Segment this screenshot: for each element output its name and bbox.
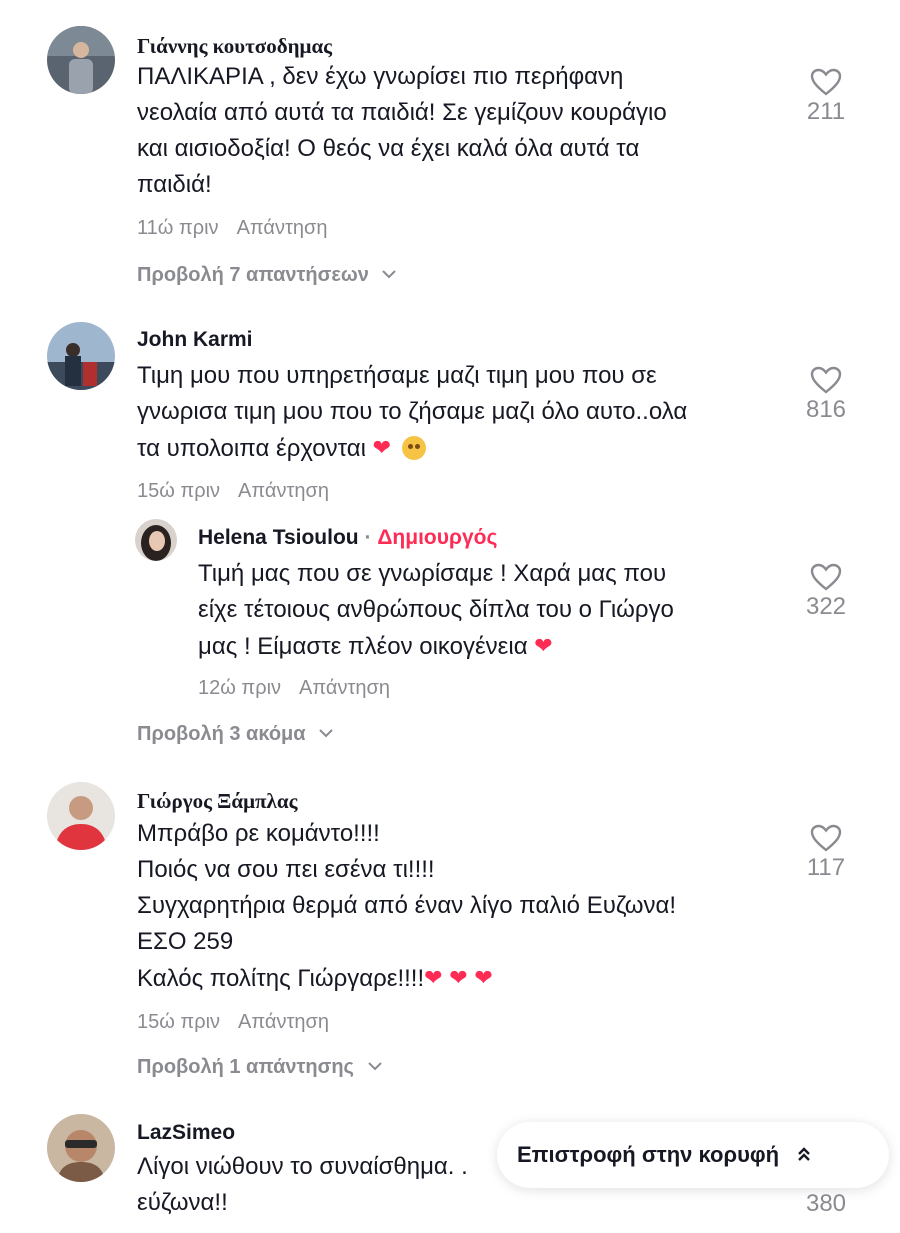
comment-text-line: γνωρισα τιμη μου που το ζήσαμε μαζι όλο …	[137, 398, 688, 425]
smiling-face-emoji-icon	[401, 436, 426, 460]
comment-text-line: ΕΣΟ 259	[137, 928, 234, 955]
back-to-top-button[interactable]: Επιστροφή στην κορυφή	[497, 1122, 889, 1188]
heart-outline-icon	[810, 563, 842, 591]
chevron-down-icon	[319, 721, 333, 744]
comment-meta: 15ώ πριν Απάντηση	[137, 480, 329, 503]
comment-text-line-with-emoji: Καλός πολίτης Γιώργαρε!!!!❤ ❤ ❤	[137, 960, 676, 997]
comment-text-line: Τιμη μου που υπηρετήσαμε μαζι τιμη μου π…	[137, 362, 657, 389]
comment-text: Τιμη μου που υπηρετήσαμε μαζι τιμη μου π…	[137, 358, 687, 467]
comment-text: Λίγοι νιώθουν το συναίσθημα. . εύζωνα!!	[137, 1149, 468, 1221]
like-count: 117	[806, 854, 846, 881]
like-count: 211	[806, 98, 846, 125]
separator: ·	[358, 526, 378, 549]
comment-text-line-with-emoji: τα υπολοιπα έρχονται ❤	[137, 430, 687, 467]
comment-text-line: Καλός πολίτης Γιώργαρε!!!!	[137, 965, 425, 992]
creator-badge: Δημιουργός	[377, 526, 498, 549]
heart-outline-icon	[810, 366, 842, 394]
avatar[interactable]	[47, 1114, 115, 1182]
avatar[interactable]	[47, 782, 115, 850]
reply-button[interactable]: Απάντηση	[299, 677, 390, 699]
comment-text-line: Μπράβο ρε κομάντο!!!!	[137, 820, 380, 847]
reply-button[interactable]: Απάντηση	[237, 217, 328, 239]
comment-text-line: Ποιός να σου πει εσένα τι!!!!	[137, 856, 435, 883]
double-chevron-up-icon	[797, 1146, 811, 1165]
view-replies-label: Προβολή 1 απάντησης	[137, 1056, 354, 1078]
like-count: 380	[805, 1190, 847, 1217]
reply-button[interactable]: Απάντηση	[238, 1011, 329, 1033]
comment-text-line: Λίγοι νιώθουν το συναίσθημα. .	[137, 1153, 468, 1180]
reply-time: 12ώ πριν	[198, 677, 282, 699]
reply-avatar[interactable]	[135, 519, 177, 561]
avatar[interactable]	[47, 322, 115, 390]
red-heart-emoji-icon: ❤	[474, 965, 493, 990]
comment-username[interactable]: LazSimeo	[137, 1121, 235, 1145]
reply-text-line-with-emoji: μας ! Είμαστε πλέον οικογένεια ❤	[198, 628, 674, 665]
back-to-top-label: Επιστροφή στην κορυφή	[517, 1142, 780, 1167]
like-button[interactable]: 211	[796, 68, 856, 126]
comment-time: 15ώ πριν	[137, 480, 221, 502]
comment-username[interactable]: Γιάννης κουτσοδημας	[137, 34, 332, 59]
reply-text-line: είχε τέτοιους ανθρώπους δίπλα του ο Γιώρ…	[198, 596, 674, 623]
comment-meta: 11ώ πριν Απάντηση	[137, 217, 327, 240]
comment-text-line: ΠΑΛΙΚΑΡΙΑ , δεν έχω γνωρίσει πιο περήφαν…	[137, 63, 624, 90]
red-heart-emoji-icon: ❤	[449, 965, 468, 990]
reply-text: Τιμή μας που σε γνωρίσαμε ! Χαρά μας που…	[198, 556, 674, 665]
view-replies-button[interactable]: Προβολή 1 απάντησης	[137, 1054, 382, 1079]
reply-text-line: Τιμή μας που σε γνωρίσαμε ! Χαρά μας που	[198, 560, 667, 587]
like-button[interactable]: 117	[796, 824, 856, 882]
like-button[interactable]: 816	[796, 366, 856, 424]
reply-meta: 12ώ πριν Απάντηση	[198, 677, 390, 700]
view-more-replies-button[interactable]: Προβολή 3 ακόμα	[137, 721, 333, 746]
comment-meta: 15ώ πριν Απάντηση	[137, 1011, 329, 1034]
comment-text: ΠΑΛΙΚΑΡΙΑ , δεν έχω γνωρίσει πιο περήφαν…	[137, 59, 667, 203]
comment-text-line: τα υπολοιπα έρχονται	[137, 435, 366, 462]
avatar[interactable]	[47, 26, 115, 94]
heart-outline-icon	[810, 824, 842, 852]
reply-username[interactable]: Helena Tsioulou	[198, 526, 359, 549]
reply-button[interactable]: Απάντηση	[238, 480, 329, 502]
comment-text: Μπράβο ρε κομάντο!!!! Ποιός να σου πει ε…	[137, 816, 676, 997]
heart-outline-icon	[810, 68, 842, 96]
comment-text-line: Συγχαρητήρια θερμά από έναν λίγο παλιό Ε…	[137, 892, 677, 919]
view-more-label: Προβολή 3 ακόμα	[137, 723, 306, 745]
reply-text-line: μας ! Είμαστε πλέον οικογένεια	[198, 633, 528, 660]
like-count: 322	[805, 593, 847, 620]
comment-time: 15ώ πριν	[137, 1011, 221, 1033]
red-heart-emoji-icon: ❤	[372, 435, 392, 460]
red-heart-emoji-icon: ❤	[424, 965, 443, 990]
comment-username[interactable]: John Karmi	[137, 328, 253, 352]
comment-text-line: εύζωνα!!	[137, 1189, 228, 1216]
chevron-down-icon	[382, 262, 397, 285]
comment-text-line: και αισιοδοξία! Ο θεός να έχει καλά όλα …	[137, 135, 640, 162]
comment-text-line: νεολαία από αυτά τα παιδιά! Σε γεμίζουν …	[137, 99, 667, 126]
red-heart-emoji-icon: ❤	[534, 633, 553, 658]
view-replies-button[interactable]: Προβολή 7 απαντήσεων	[137, 262, 397, 287]
comment-username[interactable]: Γιώργος Ξάμπλας	[137, 789, 297, 814]
view-replies-label: Προβολή 7 απαντήσεων	[137, 264, 369, 286]
chevron-down-icon	[367, 1054, 382, 1077]
like-button[interactable]: 322	[796, 563, 856, 621]
comment-text-line: παιδιά!	[137, 171, 212, 198]
reply-username-row: Helena Tsioulou · Δημιουργός	[198, 526, 497, 550]
comment-time: 11ώ πριν	[137, 217, 219, 239]
like-count: 816	[805, 396, 847, 423]
